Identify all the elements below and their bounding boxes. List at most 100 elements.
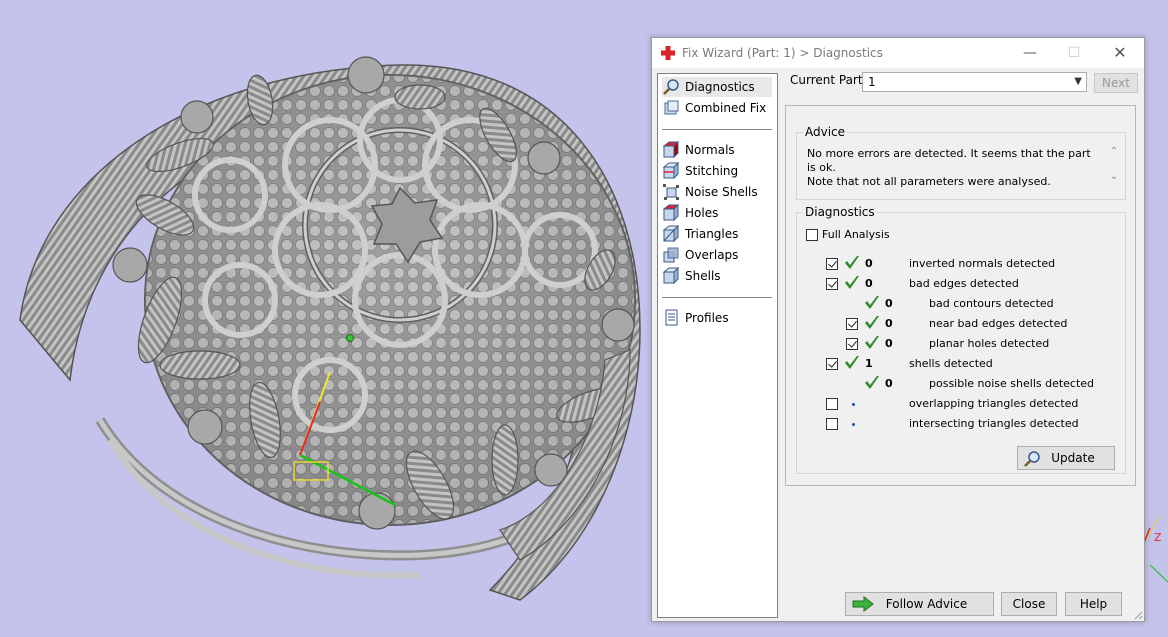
diagnostics-title: Diagnostics xyxy=(803,205,877,219)
fix-wizard-dialog: Fix Wizard (Part: 1) > Diagnostics — ☐ ✕… xyxy=(651,37,1145,622)
maximize-button[interactable]: ☐ xyxy=(1062,44,1086,62)
green-check-icon xyxy=(845,256,859,269)
update-button[interactable]: Update xyxy=(1017,446,1115,470)
follow-advice-button[interactable]: Follow Advice xyxy=(845,592,994,616)
close-button[interactable]: Close xyxy=(1001,592,1057,616)
profiles-icon xyxy=(665,309,678,326)
full-analysis-label: Full Analysis xyxy=(822,228,890,241)
green-check-icon xyxy=(865,336,879,349)
diagnostic-checkbox[interactable] xyxy=(826,358,838,370)
diagnostic-checkbox[interactable] xyxy=(846,318,858,330)
nav-item-triangles[interactable]: Triangles xyxy=(662,224,772,244)
diagnostic-label: shells detected xyxy=(909,357,993,370)
current-part-dropdown[interactable]: 1 ▼ xyxy=(862,72,1087,92)
diagnostic-checkbox[interactable] xyxy=(826,278,838,290)
magnifier-icon xyxy=(663,79,679,95)
advice-line: Note that not all parameters were analys… xyxy=(807,175,1051,188)
diagnostic-label: bad edges detected xyxy=(909,277,1019,290)
overlaps-icon xyxy=(663,247,679,263)
diagnostics-panel: Advice No more errors are detected. It s… xyxy=(785,105,1136,486)
error-count: 0 xyxy=(865,277,873,290)
minimize-button[interactable]: — xyxy=(1018,44,1042,62)
diagnostics-group: Diagnostics Full Analysis 0 inverted norm… xyxy=(796,205,1126,474)
holes-icon xyxy=(662,204,680,222)
scroll-down-icon[interactable]: ⌄ xyxy=(1107,171,1121,182)
nav-item-diagnostics[interactable]: Diagnostics xyxy=(662,77,772,97)
nav-label: Stitching xyxy=(685,164,739,178)
update-label: Update xyxy=(1051,451,1095,465)
diagnostic-label: possible noise shells detected xyxy=(929,377,1095,390)
nav-item-noise-shells[interactable]: Noise Shells xyxy=(662,182,772,202)
diagnostic-label: inverted normals detected xyxy=(909,257,1056,270)
diagnostic-checkbox[interactable] xyxy=(826,418,838,430)
error-count: 0 xyxy=(885,337,893,350)
nav-label: Shells xyxy=(685,269,721,283)
green-arrow-right-icon xyxy=(852,596,874,612)
resize-grip-icon[interactable] xyxy=(1133,610,1143,620)
stitching-icon xyxy=(662,162,680,180)
shells-icon xyxy=(662,267,680,285)
nav-item-normals[interactable]: Normals xyxy=(662,140,772,160)
window-title: Fix Wizard (Part: 1) > Diagnostics xyxy=(682,46,883,60)
tool-navigation-list: Diagnostics Combined Fix Normals Stitchi… xyxy=(657,73,778,618)
diagnostic-label: planar holes detected xyxy=(929,337,1050,350)
advice-scrollbar[interactable]: ⌃ ⌄ xyxy=(1107,146,1121,192)
nav-label: Noise Shells xyxy=(685,185,758,199)
noise-shells-icon xyxy=(663,184,679,200)
combined-fix-icon xyxy=(664,100,679,115)
nav-item-stitching[interactable]: Stitching xyxy=(662,161,772,181)
green-check-icon xyxy=(845,276,859,289)
red-cross-icon xyxy=(661,46,675,60)
error-count: 0 xyxy=(885,317,893,330)
nav-label: Holes xyxy=(685,206,719,220)
diagnostic-label: near bad edges detected xyxy=(929,317,1068,330)
green-check-icon xyxy=(865,376,879,389)
z-axis-label: Z xyxy=(1154,531,1162,544)
nav-item-shells[interactable]: Shells xyxy=(662,266,772,286)
nav-item-overlaps[interactable]: Overlaps xyxy=(662,245,772,265)
full-analysis-checkbox[interactable] xyxy=(806,229,818,241)
magnifier-icon xyxy=(1024,451,1040,467)
chevron-down-icon: ▼ xyxy=(1074,76,1082,87)
scroll-up-icon[interactable]: ⌃ xyxy=(1107,146,1121,157)
error-count: 0 xyxy=(885,377,893,390)
nav-item-combined-fix[interactable]: Combined Fix xyxy=(662,98,772,118)
help-button[interactable]: Help xyxy=(1065,592,1122,616)
nav-label: Combined Fix xyxy=(685,101,767,115)
advice-text: No more errors are detected. It seems th… xyxy=(807,147,1102,189)
nav-item-profiles[interactable]: Profiles xyxy=(662,308,772,328)
green-check-icon xyxy=(865,296,879,309)
triangles-icon xyxy=(662,225,680,243)
nav-label: Triangles xyxy=(685,227,739,241)
advice-line: No more errors are detected. It seems th… xyxy=(807,147,1091,174)
pending-dot-icon xyxy=(852,423,855,426)
green-check-icon xyxy=(845,356,859,369)
current-part-label: Current Part: xyxy=(790,73,867,87)
advice-title: Advice xyxy=(803,125,848,139)
normals-icon xyxy=(662,141,680,159)
diagnostic-label: overlapping triangles detected xyxy=(909,397,1079,410)
diagnostic-label: intersecting triangles detected xyxy=(909,417,1079,430)
next-button[interactable]: Next xyxy=(1094,73,1138,93)
follow-advice-label: Follow Advice xyxy=(885,597,968,611)
green-check-icon xyxy=(865,316,879,329)
diagnostic-label: bad contours detected xyxy=(929,297,1054,310)
nav-item-holes[interactable]: Holes xyxy=(662,203,772,223)
nav-label: Overlaps xyxy=(685,248,739,262)
nav-divider xyxy=(662,297,772,298)
pending-dot-icon xyxy=(852,403,855,406)
current-part-value: 1 xyxy=(868,75,876,89)
diagnostic-checkbox[interactable] xyxy=(826,258,838,270)
error-count: 0 xyxy=(865,257,873,270)
nav-label: Profiles xyxy=(685,311,729,325)
title-bar[interactable]: Fix Wizard (Part: 1) > Diagnostics — ☐ ✕ xyxy=(652,38,1144,68)
diagnostic-checkbox[interactable] xyxy=(846,338,858,350)
close-window-button[interactable]: ✕ xyxy=(1108,44,1132,62)
nav-label: Diagnostics xyxy=(685,80,755,94)
error-count: 0 xyxy=(885,297,893,310)
diagnostic-checkbox[interactable] xyxy=(826,398,838,410)
advice-group: Advice No more errors are detected. It s… xyxy=(796,125,1126,200)
error-count: 1 xyxy=(865,357,873,370)
nav-label: Normals xyxy=(685,143,735,157)
nav-divider xyxy=(662,129,772,130)
